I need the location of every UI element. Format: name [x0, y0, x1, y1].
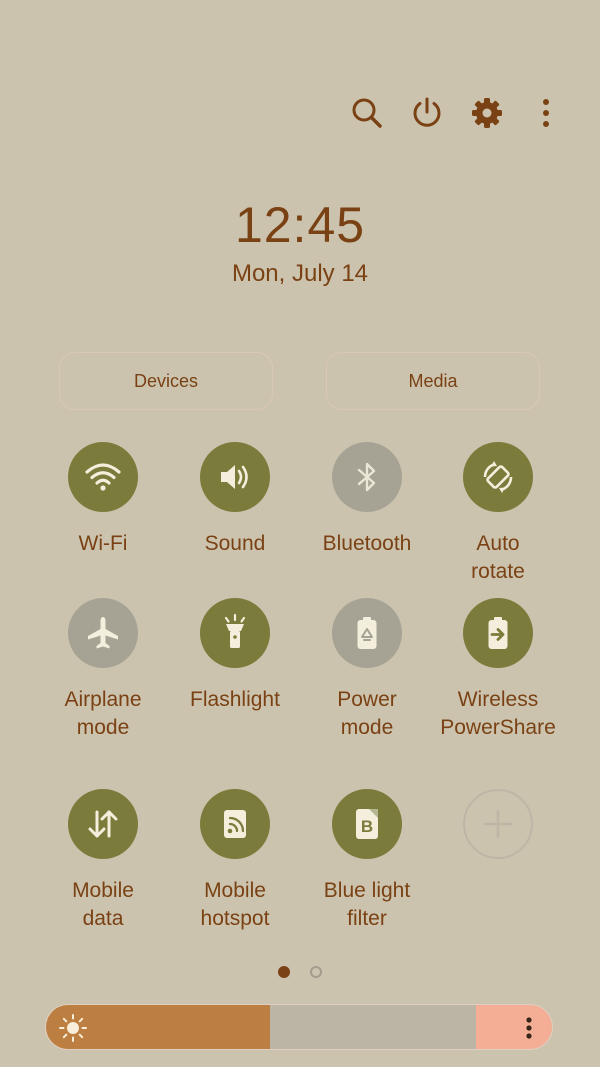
more-vert-icon[interactable] — [514, 1013, 544, 1043]
tile-mobile-hotspot[interactable]: Mobile hotspot — [169, 789, 301, 933]
tile-label: Mobile data — [72, 879, 134, 930]
tile-blue-light-filter[interactable]: B Blue light filter — [301, 789, 433, 933]
hotspot-icon[interactable] — [200, 789, 270, 859]
tile-sound[interactable]: Sound — [169, 442, 301, 558]
tile-label: Wireless PowerShare — [440, 688, 556, 739]
tile-label: Sound — [204, 532, 266, 555]
tile-label: Bluetooth — [322, 532, 412, 555]
tile-auto-rotate[interactable]: Auto rotate — [432, 442, 564, 586]
tile-bluetooth[interactable]: Bluetooth — [301, 442, 433, 558]
tile-wireless-powershare[interactable]: Wireless PowerShare — [432, 598, 564, 742]
search-icon[interactable] — [344, 90, 390, 136]
add-icon[interactable] — [463, 789, 533, 859]
tile-wifi[interactable]: Wi-Fi — [37, 442, 169, 558]
page-dot-active[interactable] — [278, 966, 290, 978]
airplane-icon[interactable] — [68, 598, 138, 668]
tile-label: Flashlight — [190, 688, 280, 711]
media-button[interactable]: Media — [326, 352, 540, 410]
header-actions — [0, 90, 600, 136]
clock-time[interactable]: 12:45 — [0, 196, 600, 254]
power-icon[interactable] — [404, 90, 450, 136]
devices-button[interactable]: Devices — [59, 352, 273, 410]
svg-text:B: B — [361, 817, 373, 836]
page-indicator — [278, 966, 322, 980]
more-vert-icon[interactable] — [523, 90, 569, 136]
auto-rotate-icon[interactable] — [463, 442, 533, 512]
tile-label: Auto rotate — [471, 532, 525, 583]
tile-label: Blue light filter — [323, 879, 411, 930]
flashlight-icon[interactable] — [200, 598, 270, 668]
gear-icon[interactable] — [464, 90, 510, 136]
tile-label: Airplane mode — [64, 688, 142, 739]
page-dot-inactive[interactable] — [310, 966, 322, 978]
wireless-powershare-icon[interactable] — [463, 598, 533, 668]
tile-airplane-mode[interactable]: Airplane mode — [37, 598, 169, 742]
power-mode-icon[interactable] — [332, 598, 402, 668]
tile-add[interactable] — [432, 789, 564, 877]
wifi-icon[interactable] — [68, 442, 138, 512]
mobile-data-icon[interactable] — [68, 789, 138, 859]
tile-label: Power mode — [337, 688, 397, 739]
tile-label: Mobile hotspot — [200, 879, 270, 930]
sound-icon[interactable] — [200, 442, 270, 512]
tile-power-mode[interactable]: Power mode — [301, 598, 433, 742]
tile-flashlight[interactable]: Flashlight — [169, 598, 301, 714]
brightness-slider[interactable] — [45, 1004, 553, 1050]
tile-label: Wi-Fi — [78, 532, 128, 555]
sun-icon — [59, 1014, 87, 1042]
blue-light-filter-icon[interactable]: B — [332, 789, 402, 859]
brightness-track[interactable] — [270, 1005, 478, 1049]
clock-date[interactable]: Mon, July 14 — [0, 260, 600, 288]
bluetooth-icon[interactable] — [332, 442, 402, 512]
tile-mobile-data[interactable]: Mobile data — [37, 789, 169, 933]
